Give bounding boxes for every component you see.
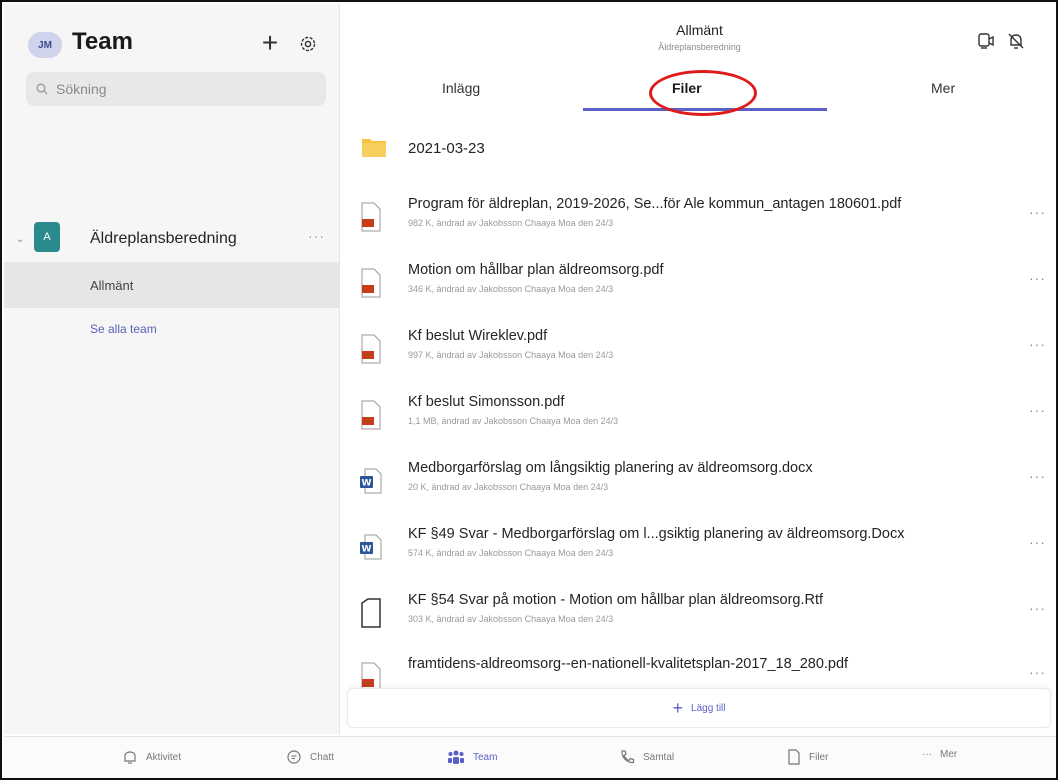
- pdf-file-icon: [361, 334, 381, 364]
- file-more-button[interactable]: ···: [1029, 204, 1046, 220]
- nav-item-more[interactable]: ··· Mer: [922, 749, 957, 760]
- nav-label: Team: [473, 751, 498, 763]
- bell-icon: [124, 751, 136, 764]
- add-button-label: Lägg till: [691, 702, 726, 714]
- phone-icon: [621, 750, 635, 764]
- channel-title: Allmänt: [676, 22, 723, 38]
- main-panel: Allmänt Äldreplansberedning Inlägg Filer…: [341, 4, 1056, 734]
- see-all-teams-link[interactable]: Se alla team: [90, 322, 157, 336]
- file-row[interactable]: KF §54 Svar på motion - Motion om hållba…: [341, 586, 1056, 646]
- nav-label: Samtal: [643, 751, 675, 763]
- file-meta: 574 K, ändrad av Jakobsson Chaaya Moa de…: [408, 548, 614, 558]
- chat-icon: [287, 750, 301, 764]
- file-row[interactable]: Kf beslut Wireklev.pdf 997 K, ändrad av …: [341, 322, 1056, 382]
- plus-icon: +: [672, 697, 684, 718]
- file-meta: 1,1 MB, ändrad av Jakobsson Chaaya Moa d…: [408, 416, 619, 426]
- nav-label: Chatt: [310, 751, 334, 763]
- file-name: KF §49 Svar - Medborgarförslag om l...gs…: [408, 526, 905, 542]
- file-meta: 997 K, ändrad av Jakobsson Chaaya Moa de…: [408, 350, 614, 360]
- file-more-button[interactable]: ···: [1029, 402, 1046, 418]
- avatar[interactable]: JM: [28, 32, 62, 58]
- team-item[interactable]: ⌄ A Äldreplansberedning ···: [4, 218, 340, 260]
- file-name: Program för äldreplan, 2019-2026, Se...f…: [408, 196, 902, 212]
- nav-label: Aktivitet: [146, 751, 182, 763]
- file-name: Medborgarförslag om långsiktig planering…: [408, 460, 813, 476]
- file-more-button[interactable]: ···: [1029, 468, 1046, 484]
- tab-inlagg[interactable]: Inlägg: [442, 80, 480, 96]
- folder-icon: [362, 139, 386, 157]
- team-more-button[interactable]: ···: [308, 228, 325, 244]
- file-row[interactable]: Motion om hållbar plan äldreomsorg.pdf 3…: [341, 256, 1056, 316]
- nav-item-files[interactable]: Filer: [787, 749, 828, 765]
- search-placeholder: Sökning: [56, 81, 107, 97]
- nav-label: Filer: [809, 751, 829, 763]
- pdf-file-icon: [361, 268, 381, 298]
- tab-mer[interactable]: Mer: [931, 80, 955, 96]
- file-meta: 346 K, ändrad av Jakobsson Chaaya Moa de…: [408, 284, 614, 294]
- word-file-icon: W: [360, 468, 382, 494]
- file-row[interactable]: W KF §49 Svar - Medborgarförslag om l...…: [341, 520, 1056, 580]
- file-meta: 982 K, ändrad av Jakobsson Chaaya Moa de…: [408, 218, 614, 228]
- pdf-file-icon: [361, 202, 381, 232]
- app-frame: JM Team + Sökning ⌄ A Äldreplansberednin: [0, 0, 1058, 780]
- file-row[interactable]: Kf beslut Simonsson.pdf 1,1 MB, ändrad a…: [341, 388, 1056, 448]
- team-icon: [448, 750, 464, 764]
- sidebar: JM Team + Sökning ⌄ A Äldreplansberednin: [4, 4, 340, 734]
- svg-text:W: W: [362, 545, 372, 555]
- bell-off-icon: [1008, 33, 1024, 49]
- gear-icon: [300, 36, 316, 52]
- video-icon: [978, 33, 994, 49]
- more-icon: ···: [922, 749, 932, 760]
- file-more-button[interactable]: ···: [1029, 336, 1046, 352]
- bottom-nav: Aktivitet Chatt Team Samtal Filer ··· Me…: [4, 736, 1056, 778]
- settings-button[interactable]: [296, 32, 320, 56]
- file-meta: 303 K, ändrad av Jakobsson Chaaya Moa de…: [408, 614, 614, 624]
- word-file-icon: W: [360, 534, 382, 560]
- file-icon: [788, 749, 800, 765]
- notifications-button[interactable]: [1003, 28, 1029, 54]
- nav-item-team[interactable]: Team: [447, 749, 497, 765]
- meet-button[interactable]: [973, 28, 999, 54]
- generic-file-icon: [361, 598, 381, 628]
- add-team-button[interactable]: +: [257, 28, 283, 58]
- file-name: KF §54 Svar på motion - Motion om hållba…: [408, 592, 824, 608]
- nav-item-chat[interactable]: Chatt: [286, 749, 334, 765]
- file-name: Kf beslut Wireklev.pdf: [408, 328, 548, 344]
- add-button[interactable]: + Lägg till: [347, 688, 1051, 728]
- file-row[interactable]: Program för äldreplan, 2019-2026, Se...f…: [341, 190, 1056, 250]
- channel-subtitle: Äldreplansberedning: [658, 42, 741, 52]
- file-more-button[interactable]: ···: [1029, 600, 1046, 616]
- nav-item-calls[interactable]: Samtal: [619, 749, 674, 765]
- channel-label: Allmänt: [90, 278, 134, 293]
- sidebar-header: JM Team +: [4, 4, 340, 74]
- file-more-button[interactable]: ···: [1029, 534, 1046, 550]
- sidebar-title: Team: [72, 28, 133, 55]
- file-name: Motion om hållbar plan äldreomsorg.pdf: [408, 262, 664, 278]
- file-name: Kf beslut Simonsson.pdf: [408, 394, 565, 410]
- channel-item-allmant[interactable]: Allmänt: [4, 262, 340, 308]
- team-avatar: A: [34, 222, 60, 252]
- nav-label: Mer: [940, 749, 958, 760]
- file-meta: 20 K, ändrad av Jakobsson Chaaya Moa den…: [408, 482, 609, 492]
- folder-name: 2021-03-23: [408, 140, 485, 157]
- folder-row[interactable]: 2021-03-23: [341, 126, 1056, 176]
- file-row[interactable]: W Medborgarförslag om långsiktig planeri…: [341, 454, 1056, 514]
- chevron-down-icon[interactable]: ⌄: [16, 234, 24, 245]
- team-name: Äldreplansberedning: [90, 230, 237, 247]
- pdf-file-icon: [361, 400, 381, 430]
- file-more-button[interactable]: ···: [1029, 664, 1046, 680]
- plus-icon: +: [261, 27, 279, 58]
- svg-text:W: W: [362, 479, 372, 489]
- highlight-annotation: [649, 70, 757, 116]
- search-input[interactable]: Sökning: [26, 72, 326, 106]
- nav-item-activity[interactable]: Aktivitet: [122, 749, 181, 765]
- file-name: framtidens-aldreomsorg--en-nationell-kva…: [408, 656, 849, 672]
- file-more-button[interactable]: ···: [1029, 270, 1046, 286]
- search-icon: [36, 83, 48, 95]
